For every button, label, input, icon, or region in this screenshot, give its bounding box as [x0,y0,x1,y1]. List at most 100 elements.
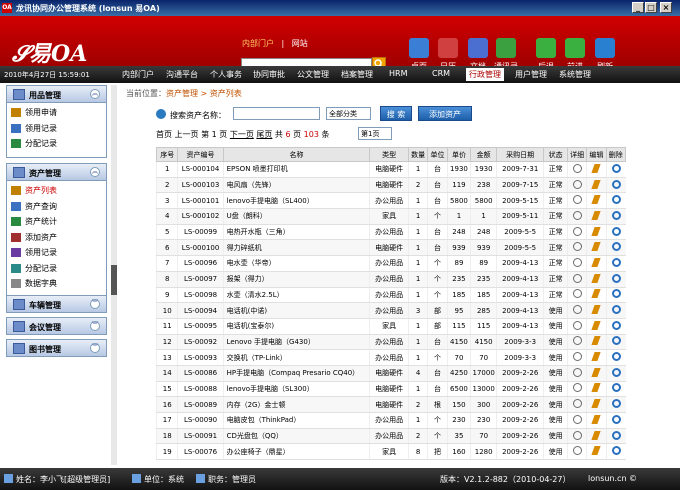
menu-item-2[interactable]: 个人事务 [210,69,242,80]
menu-item-8[interactable]: 行政管理 [466,68,504,81]
delete-icon[interactable] [611,273,621,283]
menu-item-1[interactable]: 沟通平台 [166,69,198,80]
edit-icon[interactable] [591,163,602,173]
detail-icon[interactable] [572,367,582,377]
edit-cell[interactable] [586,177,607,194]
detail-cell[interactable] [566,396,587,413]
last-page-link[interactable]: 尾页 [256,130,272,139]
detail-cell[interactable] [566,334,587,351]
asset-name-input[interactable] [233,107,320,120]
menu-item-0[interactable]: 内部门户 [122,69,154,80]
sidebar-item-1-2[interactable]: 资产统计 [11,216,57,227]
delete-cell[interactable] [605,271,626,288]
sidebar-item-0-0[interactable]: 领用申请 [11,107,57,118]
delete-cell[interactable] [605,239,626,257]
nav-portal-link[interactable]: 内部门户 [242,39,274,48]
delete-icon[interactable] [611,179,621,189]
edit-cell[interactable] [586,349,607,366]
sidebar-splitter[interactable] [111,85,117,465]
delete-cell[interactable] [605,428,626,445]
search-button[interactable]: 搜 索 [380,106,412,121]
edit-cell[interactable] [586,239,607,257]
delete-icon[interactable] [611,163,621,173]
delete-cell[interactable] [605,334,626,351]
detail-icon[interactable] [572,163,582,173]
delete-cell[interactable] [605,349,626,366]
delete-cell[interactable] [605,224,626,241]
detail-icon[interactable] [572,305,582,315]
edit-icon[interactable] [591,195,602,205]
menu-item-9[interactable]: 用户管理 [515,69,547,80]
detail-cell[interactable] [566,192,587,210]
edit-icon[interactable] [591,352,602,362]
edit-cell[interactable] [586,318,607,335]
edit-cell[interactable] [586,208,607,225]
chevron-toggle-icon[interactable]: ︽ [90,89,100,99]
sidebar-item-0-2[interactable]: 分配记录 [11,138,57,149]
minimize-button[interactable]: _ [632,2,644,13]
detail-icon[interactable] [572,430,582,440]
delete-icon[interactable] [611,383,621,393]
edit-icon[interactable] [591,414,602,424]
detail-icon[interactable] [572,273,582,283]
first-page-link[interactable]: 首页 [156,130,172,139]
edit-icon[interactable] [591,367,602,377]
menu-item-7[interactable]: CRM [432,69,450,78]
edit-icon[interactable] [591,273,602,283]
delete-cell[interactable] [605,381,626,398]
edit-cell[interactable] [586,287,607,304]
detail-icon[interactable] [572,414,582,424]
detail-cell[interactable] [566,161,587,178]
detail-cell[interactable] [566,381,587,398]
delete-cell[interactable] [605,396,626,413]
detail-icon[interactable] [572,446,582,456]
detail-cell[interactable] [566,208,587,225]
edit-icon[interactable] [591,305,602,315]
delete-cell[interactable] [605,412,626,429]
delete-icon[interactable] [611,320,621,330]
delete-icon[interactable] [611,367,621,377]
delete-cell[interactable] [605,302,626,319]
edit-cell[interactable] [586,428,607,445]
close-button[interactable]: × [660,2,672,13]
nav-website-link[interactable]: 网站 [292,39,308,48]
edit-cell[interactable] [586,271,607,288]
chevron-toggle-icon[interactable]: ︾ [90,321,100,331]
sidebar-panel-1-header[interactable]: 资产管理 ︽ [6,163,107,181]
delete-icon[interactable] [611,305,621,315]
edit-icon[interactable] [591,446,602,456]
detail-icon[interactable] [572,289,582,299]
detail-cell[interactable] [566,224,587,241]
category-select[interactable]: 全部分类 [326,107,371,120]
detail-cell[interactable] [566,443,587,461]
delete-icon[interactable] [611,226,621,236]
detail-icon[interactable] [572,210,582,220]
sidebar-item-1-0[interactable]: 资产列表 [11,185,57,196]
edit-cell[interactable] [586,365,607,382]
detail-cell[interactable] [566,177,587,194]
edit-icon[interactable] [591,320,602,330]
menu-item-5[interactable]: 档案管理 [341,69,373,80]
delete-icon[interactable] [611,195,621,205]
edit-icon[interactable] [591,242,602,252]
chevron-toggle-icon[interactable]: ︾ [90,299,100,309]
delete-cell[interactable] [605,161,626,178]
detail-cell[interactable] [566,428,587,445]
delete-icon[interactable] [611,289,621,299]
edit-icon[interactable] [591,399,602,409]
menu-item-10[interactable]: 系统管理 [559,69,591,80]
detail-cell[interactable] [566,271,587,288]
edit-cell[interactable] [586,192,607,210]
sidebar-panel-2-header[interactable]: 车辆管理 ︾ [6,295,107,313]
sidebar-panel-4-header[interactable]: 图书管理 ︾ [6,339,107,357]
edit-cell[interactable] [586,334,607,351]
detail-icon[interactable] [572,195,582,205]
chevron-toggle-icon[interactable]: ︽ [90,167,100,177]
edit-icon[interactable] [591,289,602,299]
detail-cell[interactable] [566,412,587,429]
detail-icon[interactable] [572,399,582,409]
delete-cell[interactable] [605,255,626,272]
delete-icon[interactable] [611,446,621,456]
edit-cell[interactable] [586,255,607,272]
menu-item-6[interactable]: HRM [389,69,407,78]
